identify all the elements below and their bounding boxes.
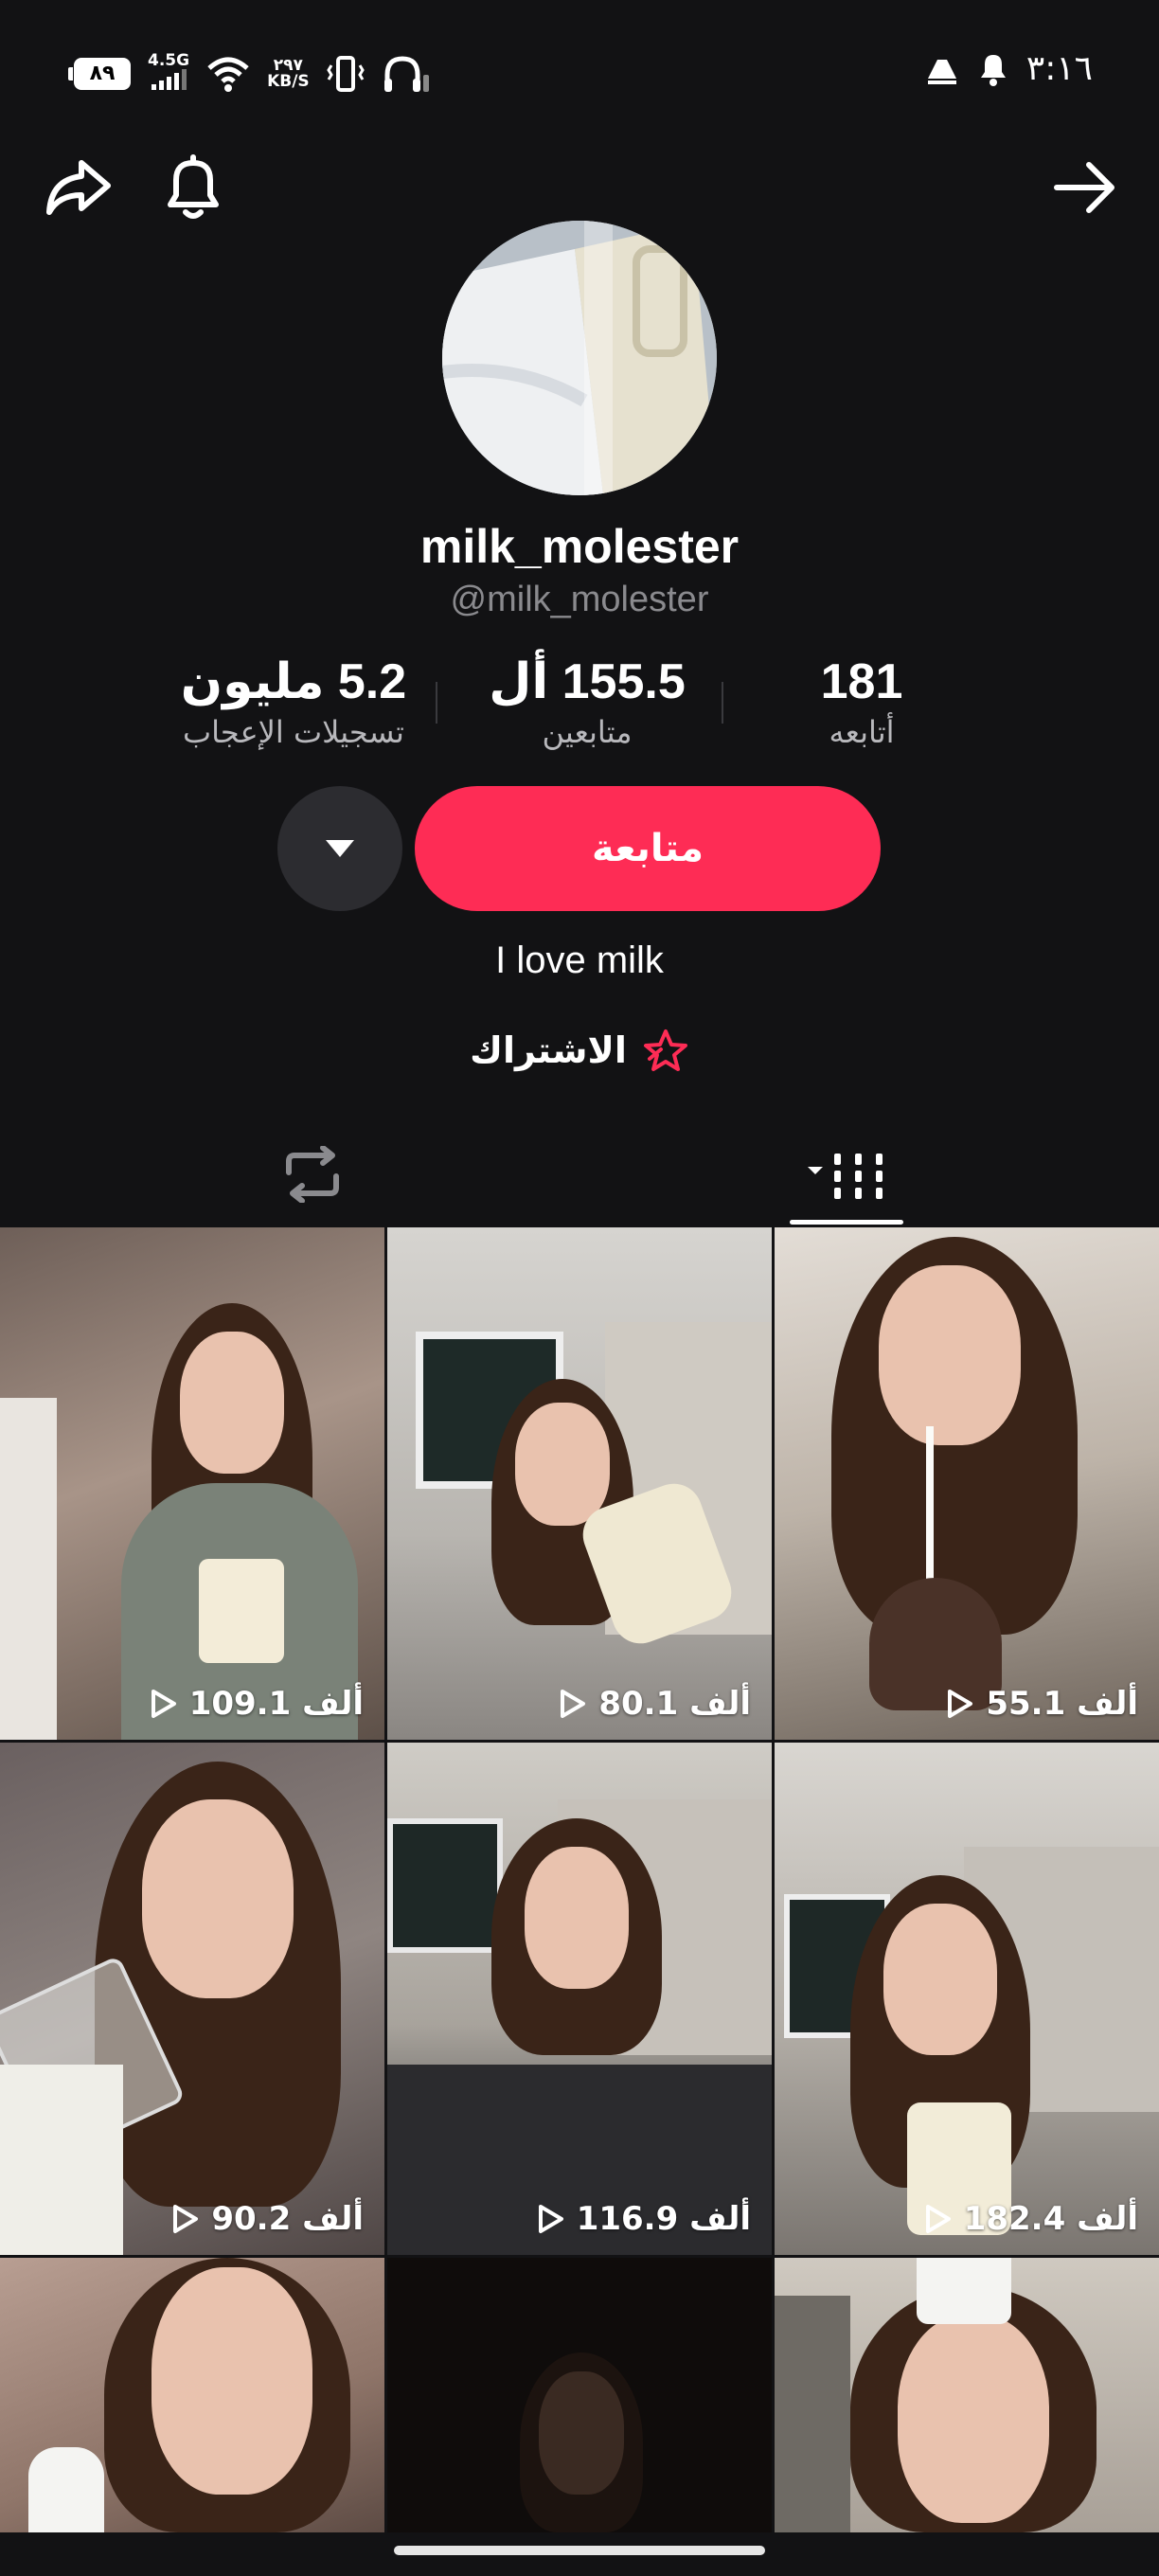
- video-views: 80.1 ألف: [559, 1685, 751, 1723]
- tile-glass: [199, 1559, 284, 1663]
- profile-stats: 181 أتابعه 155.5 أل متابعين 5.2 مليون تس…: [0, 653, 1159, 767]
- video-tile[interactable]: [775, 2258, 1159, 2532]
- status-bar: ٨٩ 4.5G ٢٩٧ KB/S ٣:١٦: [0, 0, 1159, 142]
- tile-candle: [926, 1426, 934, 1587]
- follow-button[interactable]: متابعة: [415, 786, 881, 911]
- followers-stat[interactable]: 155.5 أل متابعين: [473, 653, 701, 750]
- view-count: 80.1 ألف: [598, 1685, 751, 1723]
- username-handle: @milk_molester: [450, 580, 709, 619]
- video-views: 90.2 ألف: [171, 2200, 364, 2238]
- tile-jug: [917, 2258, 1011, 2324]
- repost-icon: [286, 1146, 339, 1203]
- tile-face: [539, 2371, 624, 2495]
- home-indicator[interactable]: [394, 2546, 765, 2555]
- video-views: 116.9 ألف: [537, 2200, 751, 2238]
- battery-indicator: ٨٩: [68, 57, 131, 90]
- play-icon: [538, 2205, 563, 2233]
- suggested-accounts-button[interactable]: [277, 786, 402, 911]
- caret-down-icon: [326, 840, 354, 857]
- tab-reposts[interactable]: [265, 1127, 360, 1222]
- play-icon: [173, 2205, 199, 2233]
- play-icon: [948, 1690, 973, 1718]
- view-count: 116.9 ألف: [576, 2200, 751, 2238]
- following-label: أتابعه: [829, 714, 895, 750]
- tile-face: [883, 1904, 997, 2055]
- tile-shelf: [775, 2296, 850, 2532]
- tab-videos[interactable]: [776, 1127, 918, 1222]
- tile-window: [387, 1818, 503, 1953]
- play-icon: [561, 1690, 586, 1718]
- status-icons-right: ٣:١٦: [924, 49, 1093, 88]
- stats-divider: [722, 682, 723, 724]
- video-tile[interactable]: 80.1 ألف: [387, 1227, 772, 1740]
- tile-face: [898, 2315, 1049, 2523]
- tile-face: [142, 1799, 294, 1998]
- play-icon: [151, 1690, 176, 1718]
- view-count: 90.2 ألف: [211, 2200, 364, 2238]
- drive-icon: [927, 59, 956, 84]
- bio-text: I love milk: [495, 939, 664, 981]
- subscribe-star-icon: [643, 1029, 687, 1071]
- video-views: 109.1 ألف: [150, 1685, 364, 1723]
- avatar[interactable]: [442, 221, 717, 495]
- followers-count: 155.5 أل: [489, 654, 686, 709]
- video-tile[interactable]: 116.9 ألف: [387, 1743, 772, 2255]
- video-views: 55.1 ألف: [946, 1685, 1138, 1723]
- back-button[interactable]: [1047, 150, 1123, 225]
- tile-face: [525, 1847, 629, 1989]
- video-tile[interactable]: 90.2 ألف: [0, 1743, 384, 2255]
- tile-face: [180, 1332, 284, 1474]
- likes-count: 5.2 مليون: [180, 654, 407, 709]
- video-views: 182.4 ألف: [924, 2200, 1138, 2238]
- video-tile[interactable]: [0, 2258, 384, 2532]
- subscribe-label: الاشتراك: [470, 1029, 627, 1071]
- video-tile[interactable]: 182.4 ألف: [775, 1743, 1159, 2255]
- share-button[interactable]: [40, 150, 116, 225]
- status-icons-left: ٨٩ 4.5G ٢٩٧ KB/S: [68, 53, 429, 94]
- vibrate-icon: [326, 55, 365, 92]
- notification-bell-icon: [980, 54, 1006, 86]
- tile-face: [515, 1403, 610, 1526]
- play-icon: [925, 2205, 951, 2233]
- likes-stat[interactable]: 5.2 مليون تسجيلات الإعجاب: [161, 653, 426, 750]
- signal-icon: [152, 69, 187, 90]
- video-tile[interactable]: [387, 2258, 772, 2532]
- notifications-button[interactable]: [155, 150, 231, 225]
- view-count: 182.4 ألف: [963, 2200, 1138, 2238]
- tile-face: [152, 2267, 312, 2495]
- view-count: 109.1 ألف: [188, 1685, 364, 1723]
- subscribe-link[interactable]: الاشتراك: [0, 1029, 1159, 1072]
- bell-icon: [168, 154, 219, 219]
- tile-backdrop: [0, 1398, 57, 1740]
- share-icon: [46, 160, 111, 215]
- data-speed: ٢٩٧ KB/S: [267, 55, 310, 91]
- following-count: 181: [820, 654, 903, 709]
- display-name: milk_molester: [419, 520, 740, 573]
- tile-face: [879, 1265, 1021, 1445]
- avatar-image: [442, 221, 717, 495]
- followers-label: متابعين: [542, 714, 633, 750]
- speed-unit: KB/S: [267, 71, 310, 91]
- speed-value: ٢٩٧: [273, 55, 303, 75]
- videos-grid-icon: [808, 1154, 883, 1199]
- tile-jug: [0, 2065, 123, 2255]
- network-type: 4.5G: [148, 51, 190, 70]
- clock: ٣:١٦: [1025, 49, 1093, 88]
- video-tile[interactable]: 109.1 ألف: [0, 1227, 384, 1740]
- stats-divider: [436, 682, 437, 724]
- likes-label: تسجيلات الإعجاب: [183, 714, 404, 750]
- tile-jug: [28, 2447, 104, 2532]
- headphones-icon: [383, 55, 429, 92]
- following-stat[interactable]: 181 أتابعه: [786, 653, 937, 750]
- wifi-icon: [207, 57, 249, 92]
- arrow-right-icon: [1054, 162, 1114, 213]
- video-tile[interactable]: 55.1 ألف: [775, 1227, 1159, 1740]
- view-count: 55.1 ألف: [986, 1685, 1138, 1723]
- active-tab-indicator: [790, 1220, 903, 1225]
- network-indicator: 4.5G: [148, 53, 189, 94]
